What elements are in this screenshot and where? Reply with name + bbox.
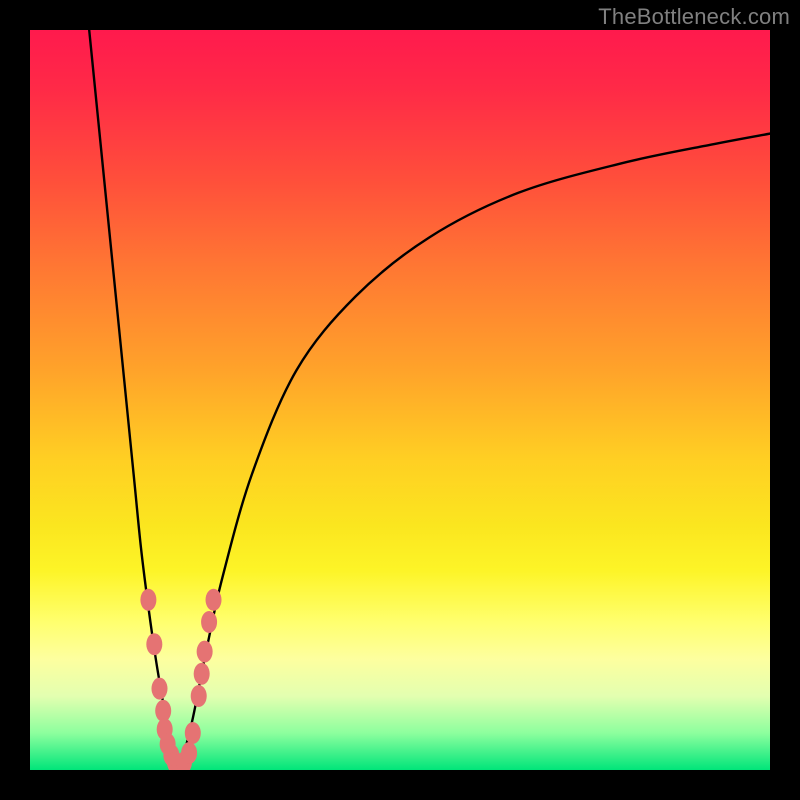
- data-marker: [206, 589, 222, 611]
- chart-frame: TheBottleneck.com: [0, 0, 800, 800]
- bottleneck-curve-right-path: [178, 134, 770, 767]
- marker-group: [140, 589, 221, 770]
- data-marker: [152, 678, 168, 700]
- data-marker: [185, 722, 201, 744]
- data-marker: [181, 742, 197, 764]
- curve-layer: [30, 30, 770, 770]
- plot-area: [30, 30, 770, 770]
- data-marker: [146, 633, 162, 655]
- data-marker: [201, 611, 217, 633]
- bottleneck-curve-left-path: [89, 30, 178, 766]
- data-marker: [194, 663, 210, 685]
- watermark-text: TheBottleneck.com: [598, 4, 790, 30]
- data-marker: [140, 589, 156, 611]
- data-marker: [197, 641, 213, 663]
- data-marker: [191, 685, 207, 707]
